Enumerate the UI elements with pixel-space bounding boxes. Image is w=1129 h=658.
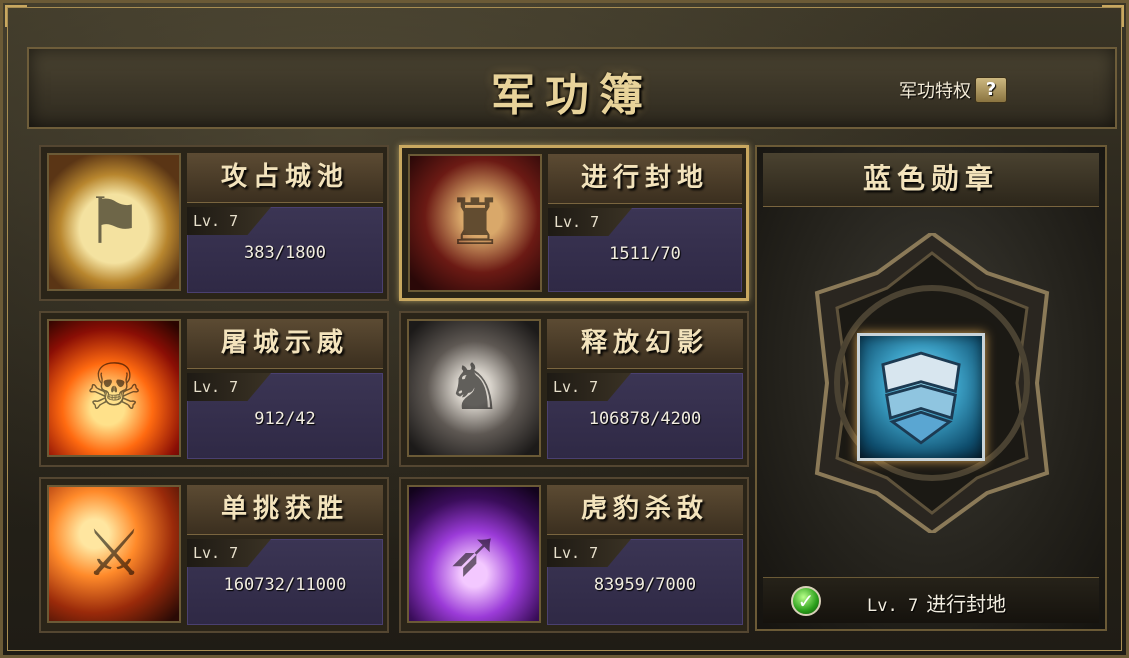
card-progress: 106878/4200 bbox=[588, 409, 702, 429]
scroll-flag-icon: ⚑ bbox=[47, 153, 181, 291]
seal-icon: ♜ bbox=[408, 154, 542, 292]
privilege-link[interactable]: 军功特权 ? bbox=[899, 77, 1007, 103]
medal-status-bar: ✓ Lv. 7 进行封地 bbox=[763, 577, 1099, 623]
header-bar: 军功簿 军功特权 ? bbox=[27, 47, 1117, 129]
medal-title: 蓝色勋章 bbox=[763, 153, 1099, 207]
medal-status-text: Lv. 7 进行封地 bbox=[867, 588, 1006, 617]
card-name: 释放幻影 bbox=[547, 319, 743, 369]
dialog-frame: 军功簿 军功特权 ? ⚑ 攻占城池 Lv. 7 383/1800 ♜ 进行封地 … bbox=[0, 0, 1129, 658]
card-progress: 160732/11000 bbox=[223, 575, 347, 595]
card-progress: 83959/7000 bbox=[593, 575, 697, 595]
corner-ornament bbox=[1102, 5, 1124, 27]
card-progress: 383/1800 bbox=[244, 243, 326, 263]
phantom-horse-icon: ♞ bbox=[407, 319, 541, 457]
duel-warrior-icon: ⚔ bbox=[47, 485, 181, 623]
card-phantom[interactable]: ♞ 释放幻影 Lv. 7 106878/4200 bbox=[399, 311, 749, 467]
spears-icon: ➶ bbox=[407, 485, 541, 623]
card-tiger-leopard[interactable]: ➶ 虎豹杀敌 Lv. 7 83959/7000 bbox=[399, 477, 749, 633]
flame-warrior-icon: ☠ bbox=[47, 319, 181, 457]
card-massacre[interactable]: ☠ 屠城示威 Lv. 7 912/42 bbox=[39, 311, 389, 467]
card-name: 攻占城池 bbox=[187, 153, 383, 203]
check-icon: ✓ bbox=[791, 586, 821, 616]
medal-achievement-label: 进行封地 bbox=[926, 592, 1007, 616]
card-progress: 912/42 bbox=[254, 409, 316, 429]
corner-ornament bbox=[5, 5, 27, 27]
medal-level: Lv. 7 bbox=[867, 596, 919, 616]
help-icon[interactable]: ? bbox=[975, 77, 1007, 103]
card-name: 虎豹杀敌 bbox=[547, 485, 743, 535]
card-capture-city[interactable]: ⚑ 攻占城池 Lv. 7 383/1800 bbox=[39, 145, 389, 301]
card-name: 屠城示威 bbox=[187, 319, 383, 369]
privilege-label[interactable]: 军功特权 bbox=[899, 77, 971, 103]
card-progress: 1511/70 bbox=[609, 244, 681, 264]
card-enfeoff[interactable]: ♜ 进行封地 Lv. 7 1511/70 bbox=[399, 145, 749, 301]
card-name: 单挑获胜 bbox=[187, 485, 383, 535]
blue-medal-icon bbox=[857, 333, 985, 461]
card-name: 进行封地 bbox=[548, 154, 742, 204]
card-duel-win[interactable]: ⚔ 单挑获胜 Lv. 7 160732/11000 bbox=[39, 477, 389, 633]
medal-panel: 蓝色勋章 ✓ Lv. 7 进行封地 bbox=[755, 145, 1107, 631]
